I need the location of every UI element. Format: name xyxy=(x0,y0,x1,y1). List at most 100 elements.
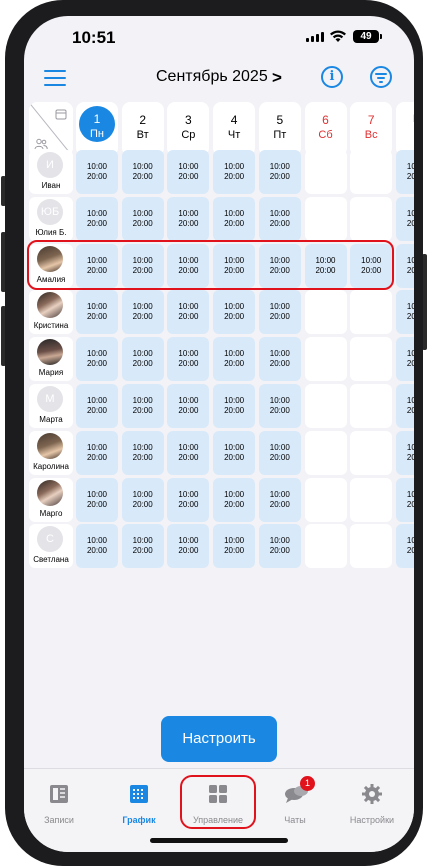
shift-cell[interactable]: 10:0020:00 xyxy=(395,477,414,522)
tab-settings[interactable]: Настройки xyxy=(337,783,407,825)
day-column-header[interactable]: 1 Пн xyxy=(76,102,118,156)
day-number: 4 xyxy=(230,113,238,127)
shift-cell[interactable]: 10:0020:00 xyxy=(76,290,118,335)
shift-cell[interactable]: 10:0020:00 xyxy=(213,150,256,194)
shift-cell[interactable]: 10:0020:00 xyxy=(258,196,301,241)
shift-cell[interactable]: 10:0020:00 xyxy=(213,477,256,522)
shift-cell[interactable]: 10:0020:00 xyxy=(213,384,256,428)
day-number: 6 xyxy=(322,113,329,127)
day-column-header[interactable]: 3 Ср xyxy=(167,102,210,156)
shift-cell[interactable]: 10:0020:00 xyxy=(167,430,210,475)
shift-cell[interactable]: 10:0020:00 xyxy=(121,150,164,194)
shift-cell[interactable]: 10:0020:00 xyxy=(167,290,210,335)
shift-cell[interactable]: 10:0020:00 xyxy=(76,430,118,475)
employee-cell[interactable]: Кристина xyxy=(29,290,73,335)
shift-cell[interactable]: 10:0020:00 xyxy=(121,196,164,241)
employee-cell[interactable]: М Марта xyxy=(29,384,73,428)
shift-cell[interactable]: 10:0020:00 xyxy=(395,290,414,335)
shift-cell[interactable]: 10:0020:00 xyxy=(258,337,301,382)
info-icon[interactable]: i xyxy=(321,66,343,88)
empty-shift-cell[interactable] xyxy=(304,524,347,569)
empty-shift-cell[interactable] xyxy=(350,430,393,475)
employee-row: С Светлана 10:00 20:00 10:00 20:00 10:00 20:00 1… xyxy=(29,524,414,569)
employee-cell[interactable]: Мария xyxy=(29,337,73,382)
shift-cell[interactable]: 10:0020:00 xyxy=(167,196,210,241)
month-title[interactable]: Сентябрь 2025 xyxy=(156,68,268,86)
empty-shift-cell[interactable] xyxy=(350,477,393,522)
empty-shift-cell[interactable] xyxy=(350,290,393,335)
day-column-header[interactable]: 2 Вт xyxy=(121,102,164,156)
shift-cell[interactable]: 10:0020:00 xyxy=(76,477,118,522)
shift-cell[interactable]: 10:0020:00 xyxy=(258,477,301,522)
empty-shift-cell[interactable] xyxy=(350,196,393,241)
shift-cell[interactable]: 10:0020:00 xyxy=(121,337,164,382)
shift-cell[interactable]: 10:0020:00 xyxy=(76,150,118,194)
next-month-chevron-icon[interactable]: > xyxy=(272,68,282,88)
shift-cell[interactable]: 10:0020:00 xyxy=(395,430,414,475)
tab-schedule[interactable]: График xyxy=(104,783,174,825)
menu-icon[interactable] xyxy=(44,68,68,88)
empty-shift-cell[interactable] xyxy=(350,337,393,382)
avatar xyxy=(37,479,63,506)
employee-cell[interactable]: С Светлана xyxy=(29,524,73,569)
shift-cell[interactable]: 10:0020:00 xyxy=(213,430,256,475)
empty-shift-cell[interactable] xyxy=(304,150,347,194)
empty-shift-cell[interactable] xyxy=(304,290,347,335)
shift-cell[interactable]: 10:0020:00 xyxy=(395,196,414,241)
day-column-header[interactable]: 5 Пт xyxy=(258,102,301,156)
shift-cell[interactable]: 10:0020:00 xyxy=(395,243,414,288)
day-column-header[interactable]: 6 Сб xyxy=(304,102,347,156)
shift-start-time: 10:00 xyxy=(178,442,199,452)
shift-cell[interactable]: 10:0020:00 xyxy=(395,337,414,382)
shift-cell[interactable]: 10:0020:00 xyxy=(76,384,118,428)
shift-cell[interactable]: 10:0020:00 xyxy=(167,150,210,194)
shift-cell[interactable]: 10:0020:00 xyxy=(258,524,301,569)
shift-cell[interactable]: 10:0020:00 xyxy=(213,524,256,569)
empty-shift-cell[interactable] xyxy=(350,384,393,428)
shift-cell[interactable]: 10:0020:00 xyxy=(121,524,164,569)
shift-cell[interactable]: 10:0020:00 xyxy=(167,524,210,569)
shift-cell[interactable]: 10:0020:00 xyxy=(76,337,118,382)
empty-shift-cell[interactable] xyxy=(304,196,347,241)
shift-cell[interactable]: 10:0020:00 xyxy=(167,477,210,522)
shift-cell[interactable]: 10:0020:00 xyxy=(76,524,118,569)
shift-end-time: 20:00 xyxy=(86,359,108,369)
shift-cell[interactable]: 10:0020:00 xyxy=(258,290,301,335)
shift-cell[interactable]: 10:0020:00 xyxy=(167,337,210,382)
employee-cell[interactable]: Марго xyxy=(29,477,73,522)
shift-cell[interactable]: 10:0020:00 xyxy=(121,477,164,522)
tab-records[interactable]: Записи xyxy=(24,783,94,825)
empty-shift-cell[interactable] xyxy=(350,524,393,569)
shift-cell[interactable]: 10:0020:00 xyxy=(258,150,301,194)
shift-cell[interactable]: 10:0020:00 xyxy=(395,150,414,194)
day-column-header[interactable]: 7 Вс xyxy=(350,102,393,156)
shift-cell[interactable]: 10:0020:00 xyxy=(258,430,301,475)
tab-chats[interactable]: 1 Чаты xyxy=(260,776,330,825)
shift-cell[interactable]: 10:0020:00 xyxy=(258,384,301,428)
shift-cell[interactable]: 10:0020:00 xyxy=(213,196,256,241)
day-column-header[interactable]: П xyxy=(395,102,414,156)
shift-cell[interactable]: 10:0020:00 xyxy=(395,524,414,569)
shift-cell[interactable]: 10:0020:00 xyxy=(213,290,256,335)
setup-button[interactable]: Настроить xyxy=(161,716,277,762)
filter-icon[interactable] xyxy=(370,66,392,88)
tab-label-schedule: График xyxy=(122,815,156,825)
shift-cell[interactable]: 10:0020:00 xyxy=(76,196,118,241)
shift-cell[interactable]: 10:0020:00 xyxy=(121,384,164,428)
shift-cell[interactable]: 10:0020:00 xyxy=(121,430,164,475)
empty-shift-cell[interactable] xyxy=(304,384,347,428)
shift-cell[interactable]: 10:0020:00 xyxy=(121,290,164,335)
shift-cell[interactable]: 10:0020:00 xyxy=(167,384,210,428)
empty-shift-cell[interactable] xyxy=(350,150,393,194)
empty-shift-cell[interactable] xyxy=(304,337,347,382)
day-column-header[interactable]: 4 Чт xyxy=(213,102,256,156)
shift-end-time: 20:00 xyxy=(132,499,153,509)
shift-end-time: 20:00 xyxy=(86,218,108,228)
employee-cell[interactable]: ЮБ Юлия Б. xyxy=(29,196,73,241)
employee-cell[interactable]: И Иван xyxy=(29,150,73,194)
empty-shift-cell[interactable] xyxy=(304,477,347,522)
employee-cell[interactable]: Каролина xyxy=(29,430,73,475)
empty-shift-cell[interactable] xyxy=(304,430,347,475)
shift-cell[interactable]: 10:0020:00 xyxy=(395,384,414,428)
shift-cell[interactable]: 10:0020:00 xyxy=(213,337,256,382)
